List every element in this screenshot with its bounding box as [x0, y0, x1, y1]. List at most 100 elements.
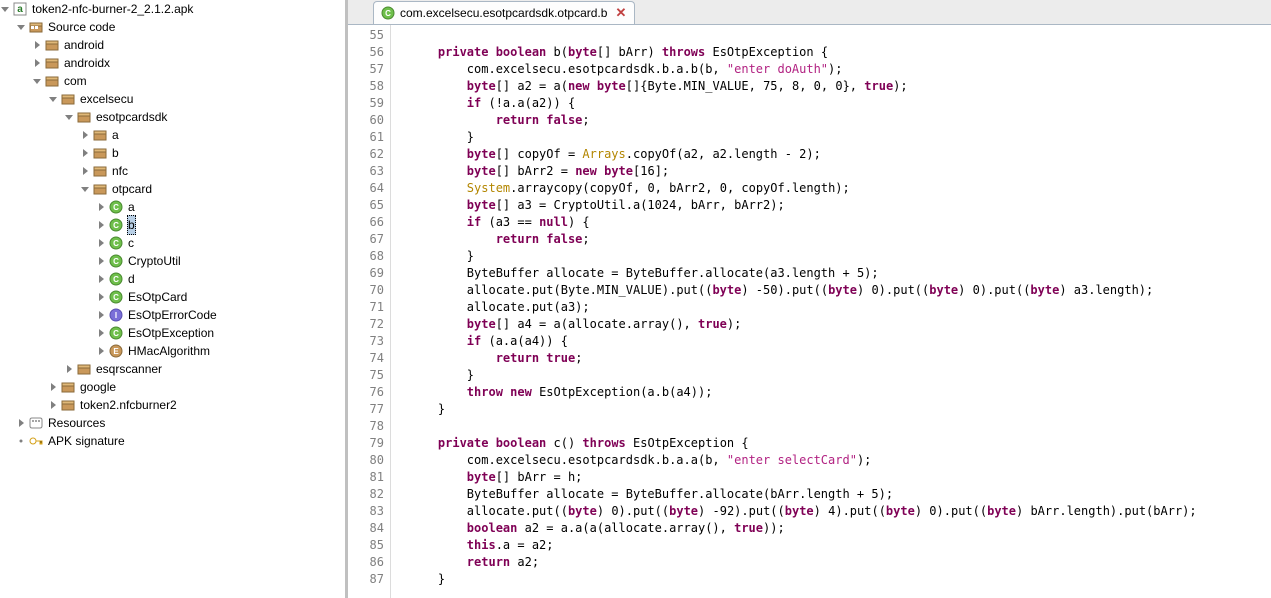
line-number: 66: [348, 214, 384, 231]
tree-label: esotpcardsdk: [95, 108, 168, 126]
line-number: 76: [348, 384, 384, 401]
tree-node-com[interactable]: com: [32, 72, 345, 90]
line-number: 82: [348, 486, 384, 503]
line-number: 65: [348, 197, 384, 214]
line-number: 61: [348, 129, 384, 146]
expand-icon[interactable]: [48, 400, 58, 410]
tree-node-oa[interactable]: Ca: [96, 198, 345, 216]
tree-label: EsOtpCard: [127, 288, 188, 306]
collapse-icon[interactable]: [80, 184, 90, 194]
svg-text:C: C: [113, 221, 119, 230]
expand-icon[interactable]: [16, 418, 26, 428]
tree-node-b1[interactable]: b: [80, 144, 345, 162]
line-number: 68: [348, 248, 384, 265]
svg-text:C: C: [113, 293, 119, 302]
tree-node-esqrscanner[interactable]: esqrscanner: [64, 360, 345, 378]
pkg-icon: [92, 145, 108, 161]
pkg-icon: [60, 397, 76, 413]
class-icon: C: [108, 325, 124, 341]
expand-icon[interactable]: [80, 166, 90, 176]
line-number: 56: [348, 44, 384, 61]
code-line: }: [409, 571, 1271, 588]
pkg-icon: [92, 181, 108, 197]
tree-node-oc[interactable]: Cc: [96, 234, 345, 252]
tree-node-ob[interactable]: Cb: [96, 216, 345, 234]
tree-node-google[interactable]: google: [48, 378, 345, 396]
tree-node-excelsecu[interactable]: excelsecu: [48, 90, 345, 108]
tree-node-root[interactable]: atoken2-nfc-burner-2_2.1.2.apk: [0, 0, 345, 18]
tree-node-android[interactable]: android: [32, 36, 345, 54]
tree-node-nfc[interactable]: nfc: [80, 162, 345, 180]
code-line: this.a = a2;: [409, 537, 1271, 554]
code-line: }: [409, 129, 1271, 146]
tree-node-esotpcardsdk[interactable]: esotpcardsdk: [64, 108, 345, 126]
code-line: byte[] bArr = h;: [409, 469, 1271, 486]
close-icon[interactable]: ✕: [615, 5, 626, 21]
expand-icon[interactable]: [96, 238, 106, 248]
tree-label: d: [127, 270, 136, 288]
editor-tab-active[interactable]: C com.excelsecu.esotpcardsdk.otpcard.b ✕: [373, 1, 635, 24]
tree-node-sourceCode[interactable]: Source code: [16, 18, 345, 36]
code-line: System.arraycopy(copyOf, 0, bArr2, 0, co…: [409, 180, 1271, 197]
pkg-icon: [44, 55, 60, 71]
tree-label: Source code: [47, 18, 116, 36]
svg-text:C: C: [113, 275, 119, 284]
expand-icon[interactable]: [96, 328, 106, 338]
pkg-icon: [44, 37, 60, 53]
line-number-gutter: 5556575859606162636465666768697071727374…: [348, 25, 391, 598]
tree-label: APK signature: [47, 432, 126, 450]
code-line: return a2;: [409, 554, 1271, 571]
line-number: 55: [348, 27, 384, 44]
tree-label: EsOtpErrorCode: [127, 306, 218, 324]
tree-label: c: [127, 234, 135, 252]
pkg-icon: [60, 379, 76, 395]
tree-node-otpcard[interactable]: otpcard: [80, 180, 345, 198]
expand-icon[interactable]: [32, 40, 42, 50]
code-area[interactable]: private boolean b(byte[] bArr) throws Es…: [391, 25, 1271, 598]
code-line: boolean a2 = a.a(a(allocate.array(), tru…: [409, 520, 1271, 537]
expand-icon[interactable]: [96, 274, 106, 284]
svg-text:E: E: [113, 347, 119, 356]
tree-label: token2-nfc-burner-2_2.1.2.apk: [31, 0, 194, 18]
collapse-icon[interactable]: [0, 4, 10, 14]
expand-icon[interactable]: [48, 382, 58, 392]
expand-icon[interactable]: [96, 256, 106, 266]
tree-node-androidx[interactable]: androidx: [32, 54, 345, 72]
collapse-icon[interactable]: [16, 22, 26, 32]
line-number: 72: [348, 316, 384, 333]
line-number: 69: [348, 265, 384, 282]
code-line: [409, 27, 1271, 44]
tree-node-a1[interactable]: a: [80, 126, 345, 144]
tree-node-esotpexception[interactable]: CEsOtpException: [96, 324, 345, 342]
collapse-icon[interactable]: [48, 94, 58, 104]
expand-icon[interactable]: [96, 310, 106, 320]
enum-icon: E: [108, 343, 124, 359]
line-number: 74: [348, 350, 384, 367]
expand-icon[interactable]: [80, 130, 90, 140]
expand-icon[interactable]: [96, 202, 106, 212]
collapse-icon[interactable]: [32, 76, 42, 86]
tree-node-resources[interactable]: Resources: [16, 414, 345, 432]
expand-icon[interactable]: [96, 346, 106, 356]
tree-node-hmacalgorithm[interactable]: EHMacAlgorithm: [96, 342, 345, 360]
tree-label: com: [63, 72, 88, 90]
tree-node-od[interactable]: Cd: [96, 270, 345, 288]
expand-icon[interactable]: [32, 58, 42, 68]
expand-icon[interactable]: [80, 148, 90, 158]
code-line: com.excelsecu.esotpcardsdk.b.a.b(b, "ent…: [409, 61, 1271, 78]
tree-node-cryptoutil[interactable]: CCryptoUtil: [96, 252, 345, 270]
package-tree[interactable]: atoken2-nfc-burner-2_2.1.2.apkSource cod…: [0, 0, 348, 598]
iface-icon: I: [108, 307, 124, 323]
line-number: 86: [348, 554, 384, 571]
expand-icon[interactable]: [96, 292, 106, 302]
tree-node-apksignature[interactable]: APK signature: [16, 432, 345, 450]
tree-node-token2nfcburner2[interactable]: token2.nfcburner2: [48, 396, 345, 414]
tree-node-esotperrorcode[interactable]: IEsOtpErrorCode: [96, 306, 345, 324]
line-number: 70: [348, 282, 384, 299]
tree-node-esotpcard[interactable]: C EsOtpCard: [96, 288, 345, 306]
expand-icon[interactable]: [64, 364, 74, 374]
collapse-icon[interactable]: [64, 112, 74, 122]
expand-icon[interactable]: [96, 220, 106, 230]
tree-label: Resources: [47, 414, 106, 432]
code-line: allocate.put(a3);: [409, 299, 1271, 316]
